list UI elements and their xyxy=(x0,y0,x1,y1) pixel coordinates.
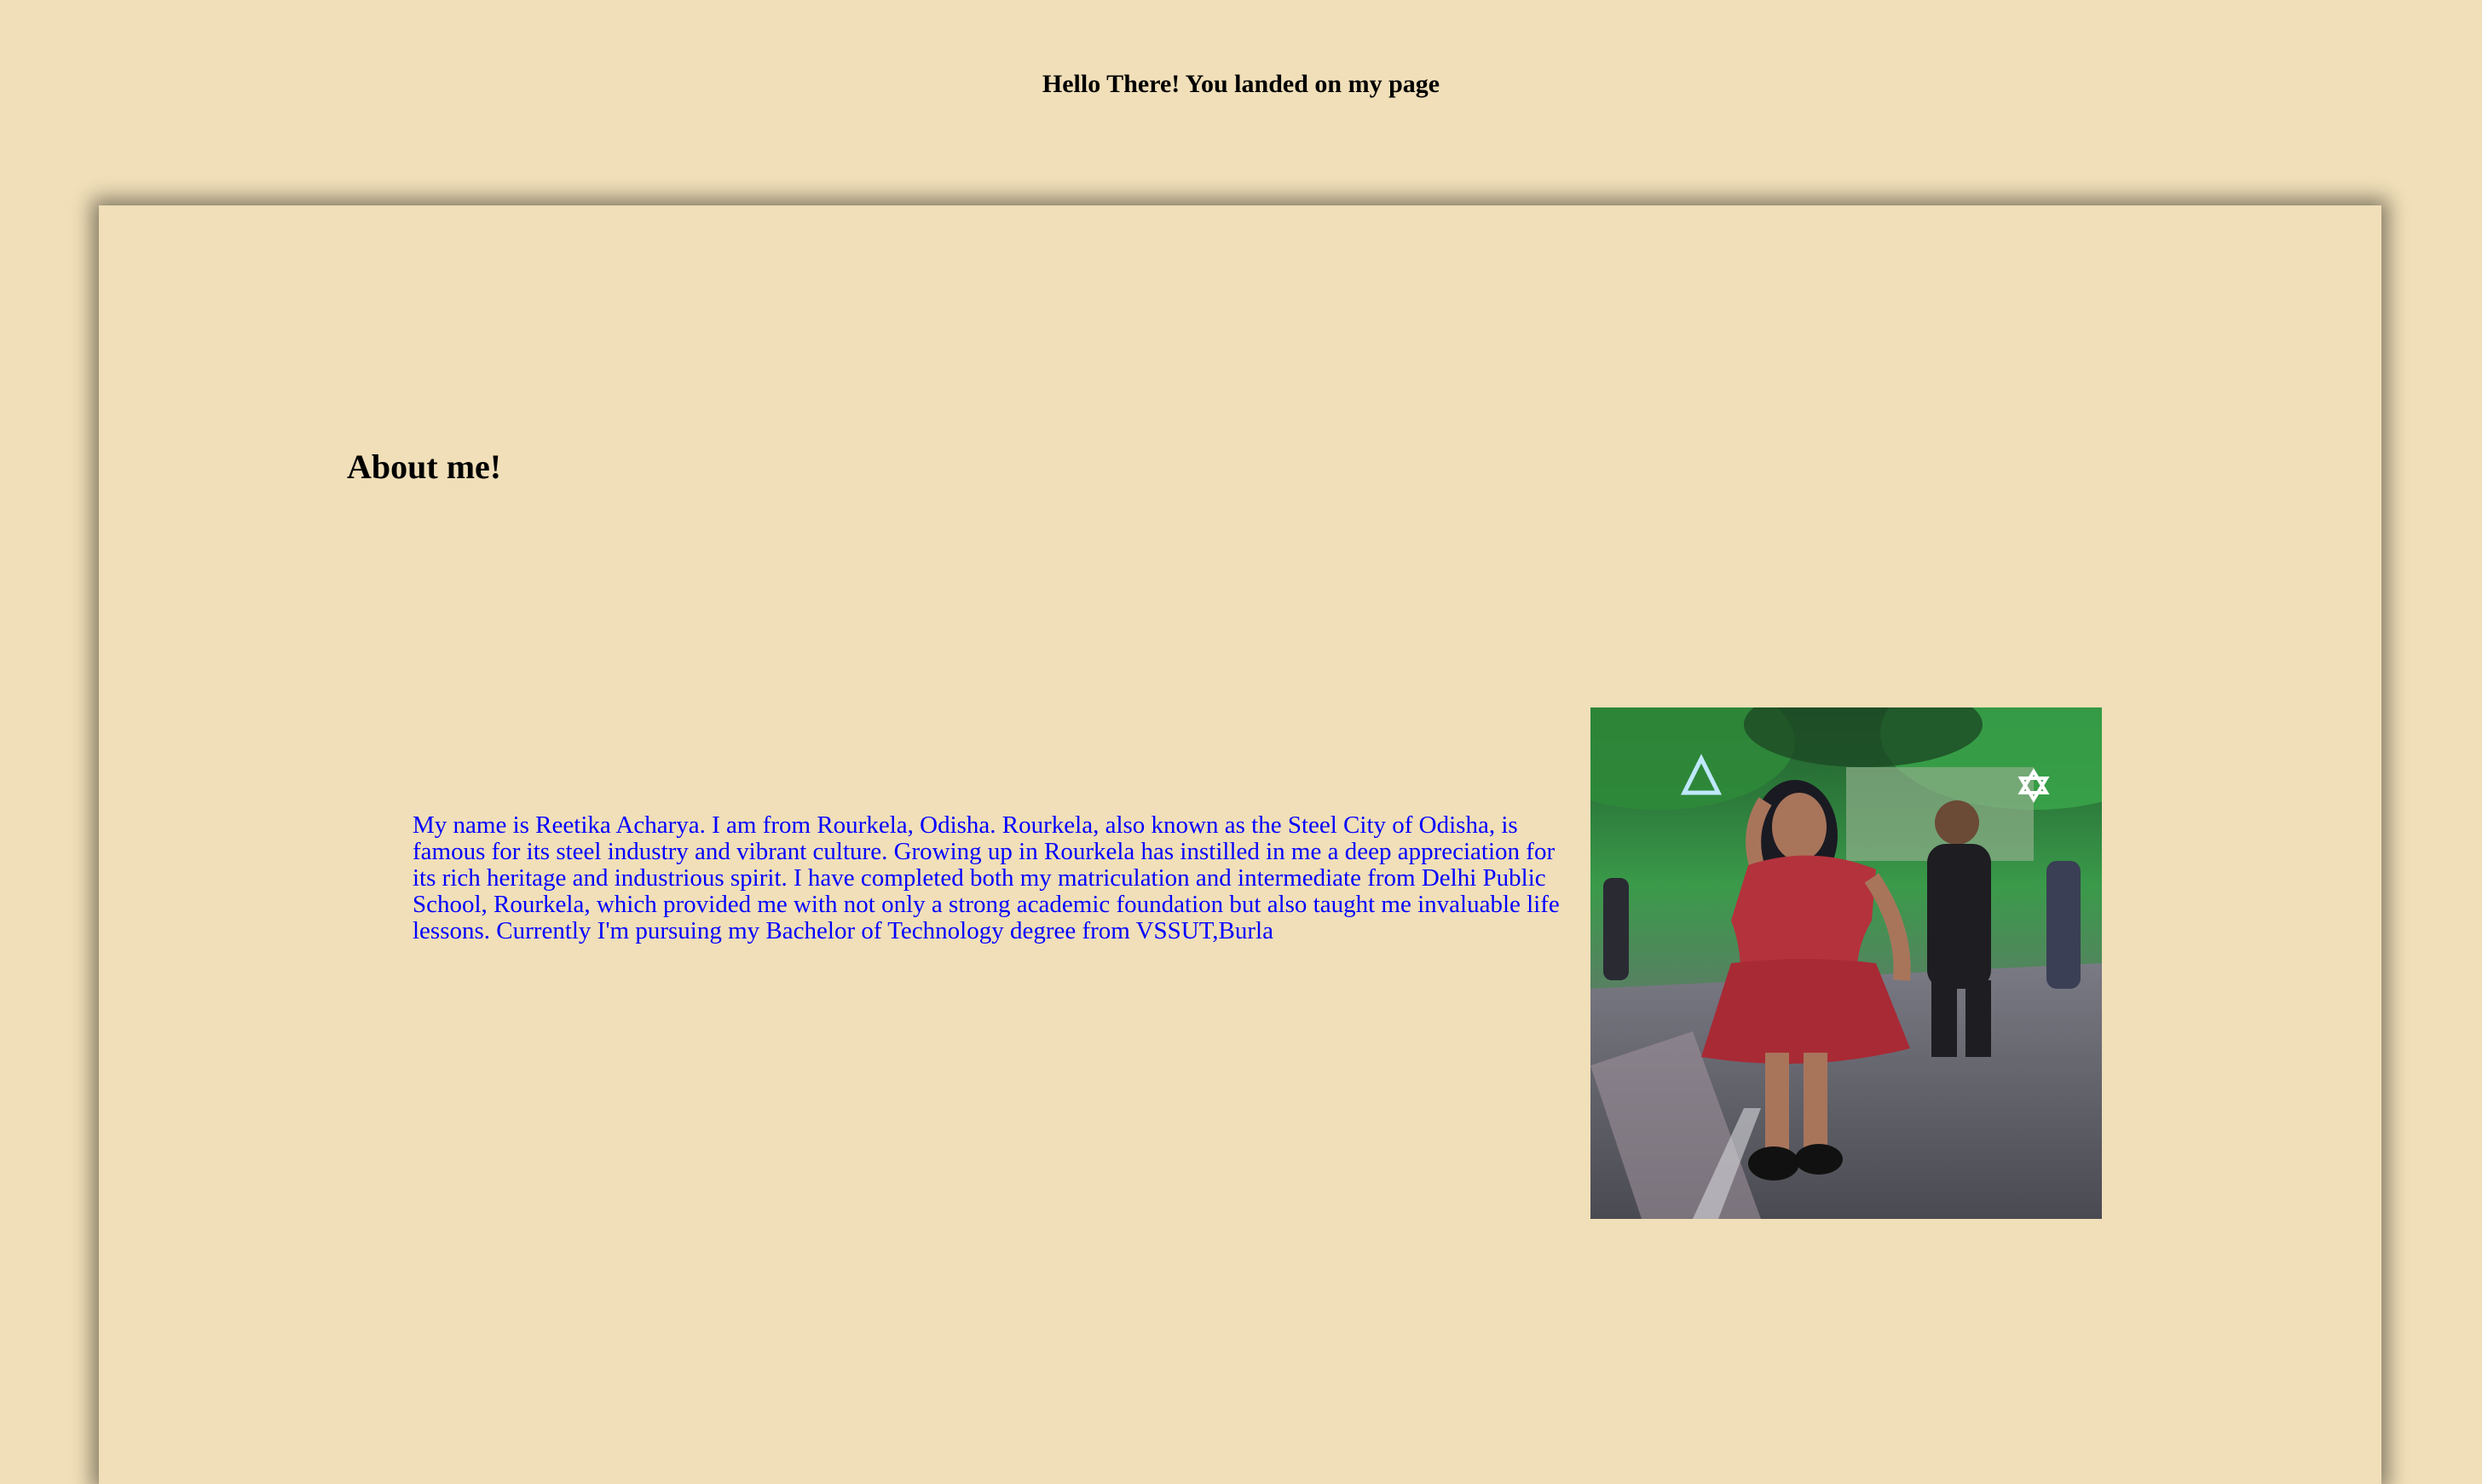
page-title: Hello There! You landed on my page xyxy=(1042,70,1440,98)
profile-photo-image xyxy=(1590,707,2102,1219)
woman-face xyxy=(1772,793,1827,861)
about-heading: About me! xyxy=(347,448,502,486)
woman-shoe-right xyxy=(1795,1144,1843,1175)
woman-leg-left xyxy=(1765,1053,1789,1151)
bystander-right xyxy=(2046,861,2081,989)
bystander-left xyxy=(1603,878,1629,980)
man-leg-right xyxy=(1965,980,1991,1057)
about-card: About me! My name is Reetika Acharya. I … xyxy=(99,205,2381,1484)
man-head xyxy=(1935,800,1979,845)
woman-dress-skirt xyxy=(1701,959,1910,1064)
man-leg-left xyxy=(1931,980,1957,1057)
page-header: Hello There! You landed on my page xyxy=(0,0,2482,170)
man-body xyxy=(1927,844,1991,989)
profile-photo xyxy=(1590,707,2102,1219)
woman-shoe-left xyxy=(1748,1146,1799,1181)
woman-leg-right xyxy=(1804,1053,1827,1151)
about-paragraph: My name is Reetika Acharya. I am from Ro… xyxy=(413,811,1560,944)
